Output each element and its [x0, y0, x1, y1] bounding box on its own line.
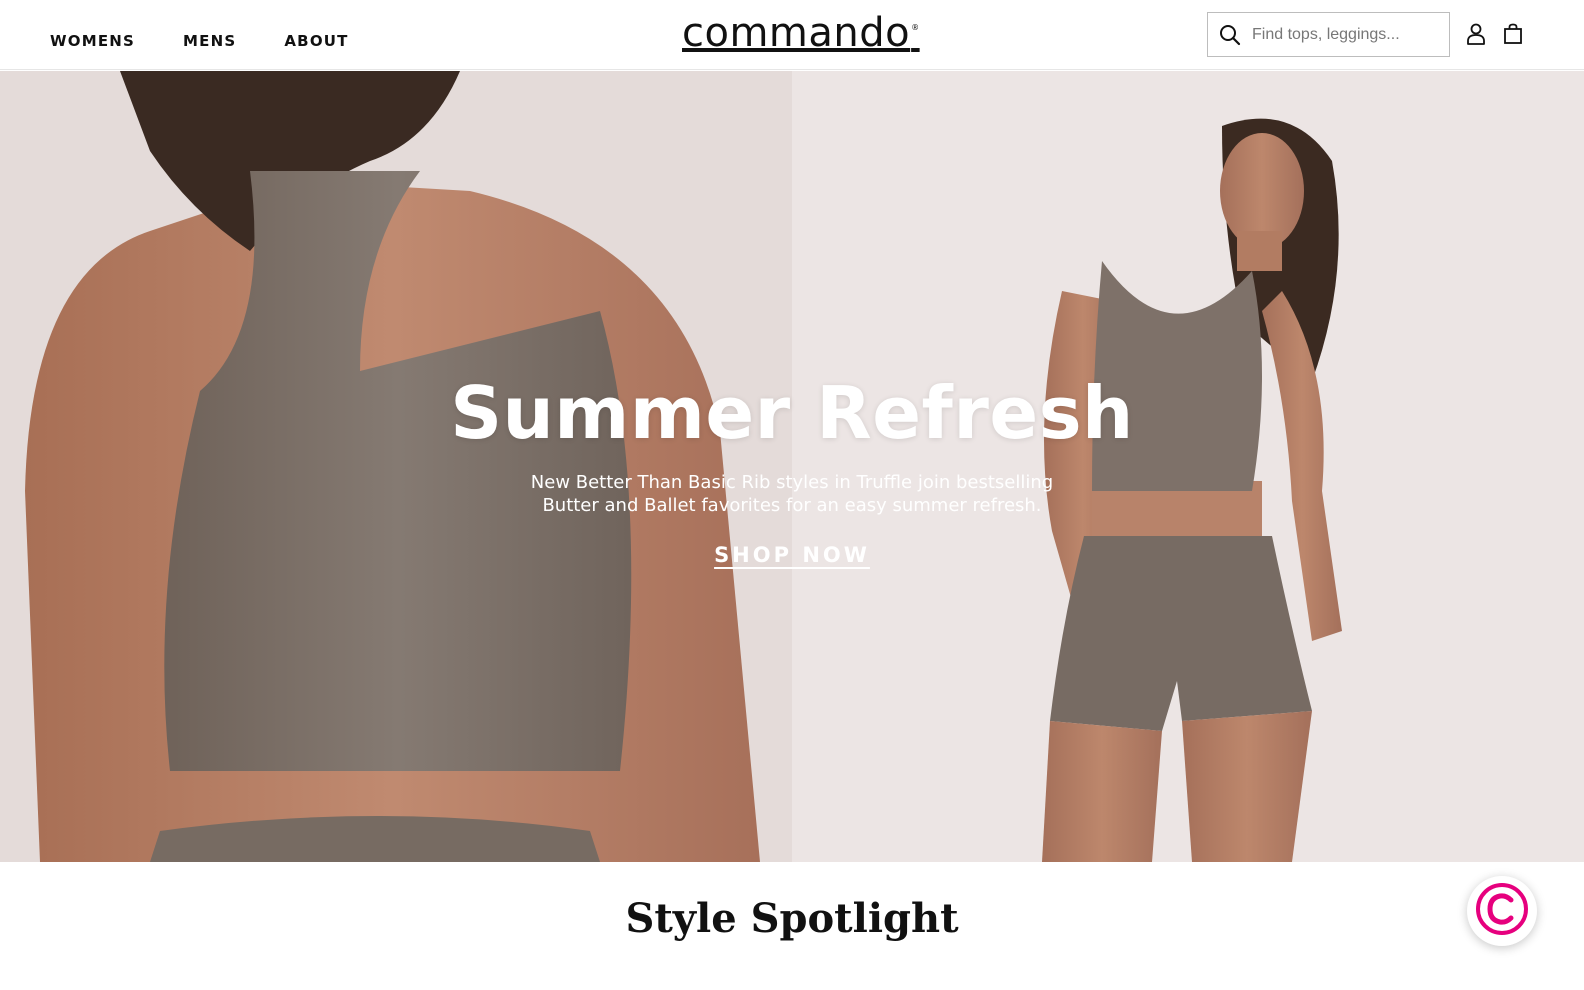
hero-title: Summer Refresh — [450, 371, 1134, 455]
nav-mens[interactable]: MENS — [183, 32, 236, 50]
shop-now-link[interactable]: SHOP NOW — [714, 543, 870, 567]
section-title-style-spotlight: Style Spotlight — [625, 895, 959, 942]
hero-subtitle: New Better Than Basic Rib styles in Truf… — [0, 471, 1584, 517]
search-icon[interactable] — [1208, 12, 1252, 57]
main-nav: WOMENS MENS ABOUT — [50, 0, 349, 70]
chat-c-logo-icon — [1475, 882, 1529, 941]
search-input[interactable] — [1252, 25, 1442, 44]
hero-cta-wrap: SHOP NOW — [0, 543, 1584, 567]
logo-registered-mark: ® — [911, 22, 920, 32]
hero-text-overlay: Summer Refresh New Better Than Basic Rib… — [0, 71, 1584, 862]
hero-subtitle-line-1: New Better Than Basic Rib styles in Truf… — [530, 472, 1054, 493]
nav-womens[interactable]: WOMENS — [50, 32, 135, 50]
search-box[interactable] — [1207, 12, 1450, 57]
site-header: WOMENS MENS ABOUT commando® — [0, 0, 1584, 70]
shopping-bag-icon[interactable] — [1501, 22, 1525, 46]
nav-about[interactable]: ABOUT — [284, 32, 348, 50]
chat-launcher-button[interactable] — [1467, 876, 1537, 946]
hero-banner[interactable]: Summer Refresh New Better Than Basic Rib… — [0, 71, 1584, 862]
hero-subtitle-line-2: Butter and Ballet favorites for an easy … — [542, 495, 1042, 516]
account-icon[interactable] — [1464, 22, 1488, 46]
brand-logo[interactable]: commando® — [682, 10, 919, 60]
logo-text: commando — [682, 10, 911, 56]
